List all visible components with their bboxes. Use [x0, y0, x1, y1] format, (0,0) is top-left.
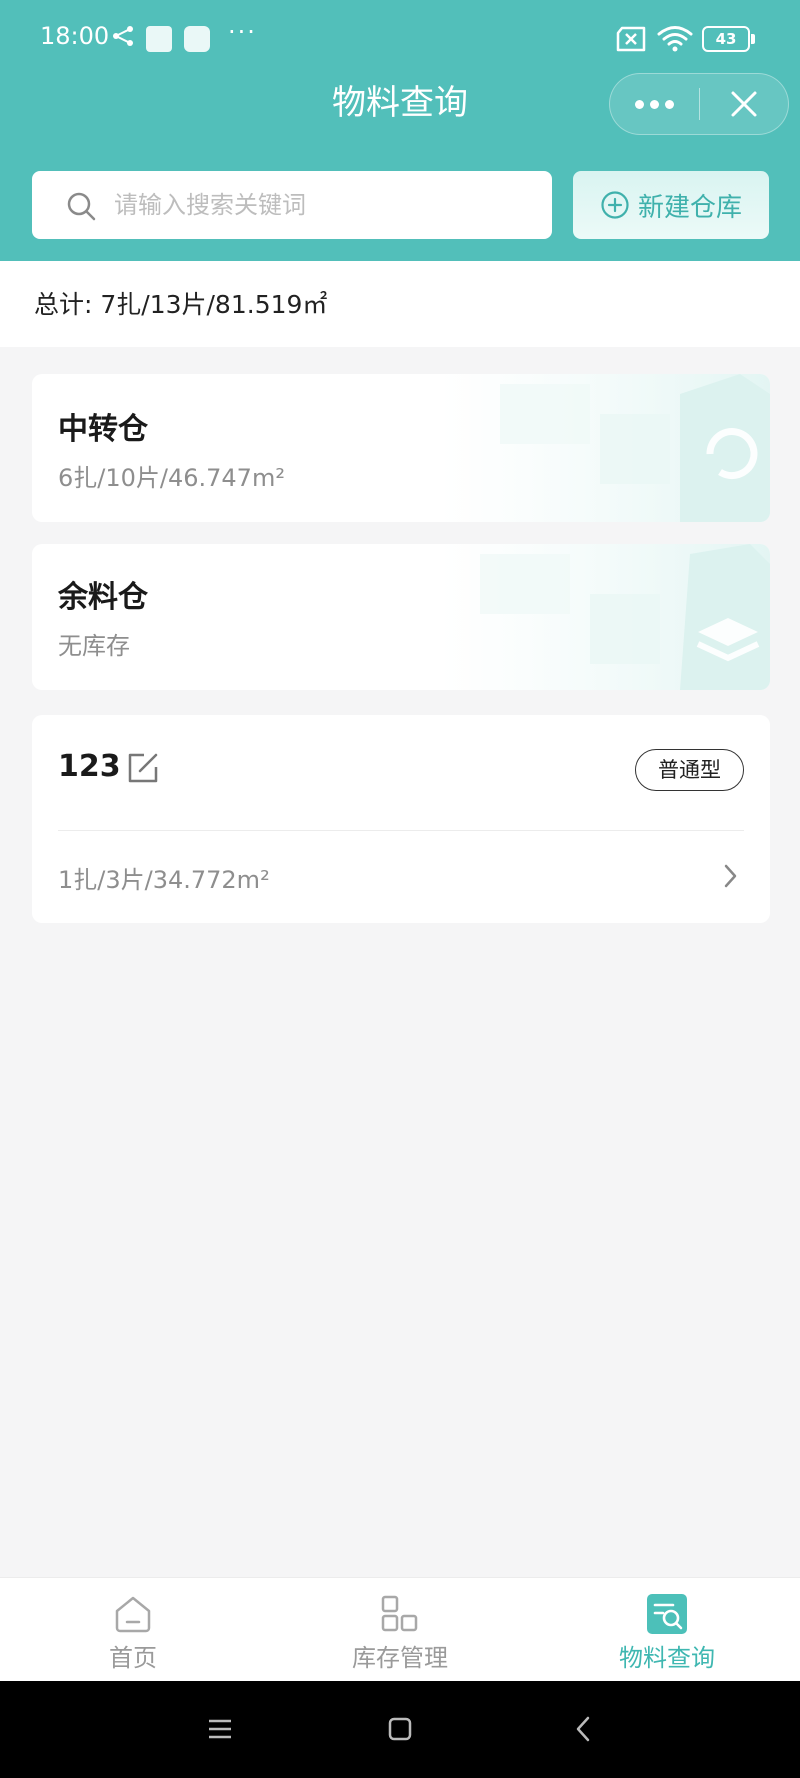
summary-total: 总计: 7扎/13片/81.519㎡ — [34, 290, 328, 319]
close-button[interactable] — [700, 74, 788, 134]
app-icon — [184, 26, 210, 52]
more-notifications: ··· — [228, 18, 257, 46]
more-icon — [635, 99, 644, 109]
back-icon[interactable] — [566, 1711, 602, 1747]
transfer-decoration-icon — [440, 374, 770, 522]
warehouse-stock: 无库存 — [58, 632, 130, 660]
divider — [58, 830, 744, 831]
tab-home[interactable]: 首页 — [0, 1578, 266, 1682]
warehouse-type-tag: 普通型 — [635, 749, 744, 791]
tab-material-query[interactable]: 物料查询 — [534, 1578, 800, 1682]
battery-icon: 43 — [702, 26, 755, 52]
tab-label: 物料查询 — [619, 1644, 715, 1672]
summary-bar: 总计: 7扎/13片/81.519㎡ — [0, 261, 800, 347]
bottom-tab-bar: 首页 库存管理 物料查询 — [0, 1577, 800, 1681]
warehouse-card-remnant[interactable]: 余料仓 无库存 — [32, 544, 770, 690]
close-icon — [731, 91, 757, 117]
search-box[interactable] — [32, 171, 552, 239]
search-input[interactable] — [114, 183, 534, 227]
more-button[interactable] — [610, 74, 699, 134]
warehouse-card-transit[interactable]: 中转仓 6扎/10片/46.747m² — [32, 374, 770, 522]
plus-circle-icon — [601, 191, 629, 219]
search-icon — [67, 192, 96, 221]
new-warehouse-label: 新建仓库 — [637, 192, 742, 223]
sim-off-icon — [616, 26, 646, 52]
chevron-right-icon[interactable] — [720, 863, 740, 889]
layers-decoration-icon — [440, 544, 770, 690]
home-square-icon[interactable] — [382, 1711, 418, 1747]
warehouse-name: 余料仓 — [58, 580, 148, 615]
new-warehouse-button[interactable]: 新建仓库 — [573, 171, 769, 239]
edit-icon[interactable] — [126, 751, 160, 785]
grid-icon — [381, 1595, 418, 1632]
status-time: 18:00 — [40, 22, 110, 50]
status-bar: 18:00 ··· 43 — [0, 0, 800, 78]
tab-inventory[interactable]: 库存管理 — [267, 1578, 533, 1682]
home-icon — [115, 1596, 151, 1633]
battery-level: 43 — [702, 26, 750, 52]
search-doc-icon — [647, 1594, 687, 1634]
menu-icon[interactable] — [202, 1711, 238, 1747]
warehouse-name: 中转仓 — [58, 412, 148, 447]
app-icon — [146, 26, 172, 52]
warehouse-stock: 1扎/3片/34.772m² — [58, 866, 270, 894]
header: 18:00 ··· 43 物料查询 请输入搜索关键词 新建仓库 — [0, 0, 800, 261]
miniprogram-capsule — [609, 73, 789, 135]
warehouse-card-custom[interactable]: 123 普通型 1扎/3片/34.772m² — [32, 715, 770, 923]
tab-label: 库存管理 — [352, 1644, 448, 1672]
wifi-icon — [657, 26, 693, 52]
warehouse-stock: 6扎/10片/46.747m² — [58, 464, 285, 492]
system-navigation-bar — [0, 1681, 800, 1778]
share-icon — [113, 26, 133, 46]
warehouse-name: 123 — [58, 749, 121, 784]
tab-label: 首页 — [109, 1644, 157, 1672]
